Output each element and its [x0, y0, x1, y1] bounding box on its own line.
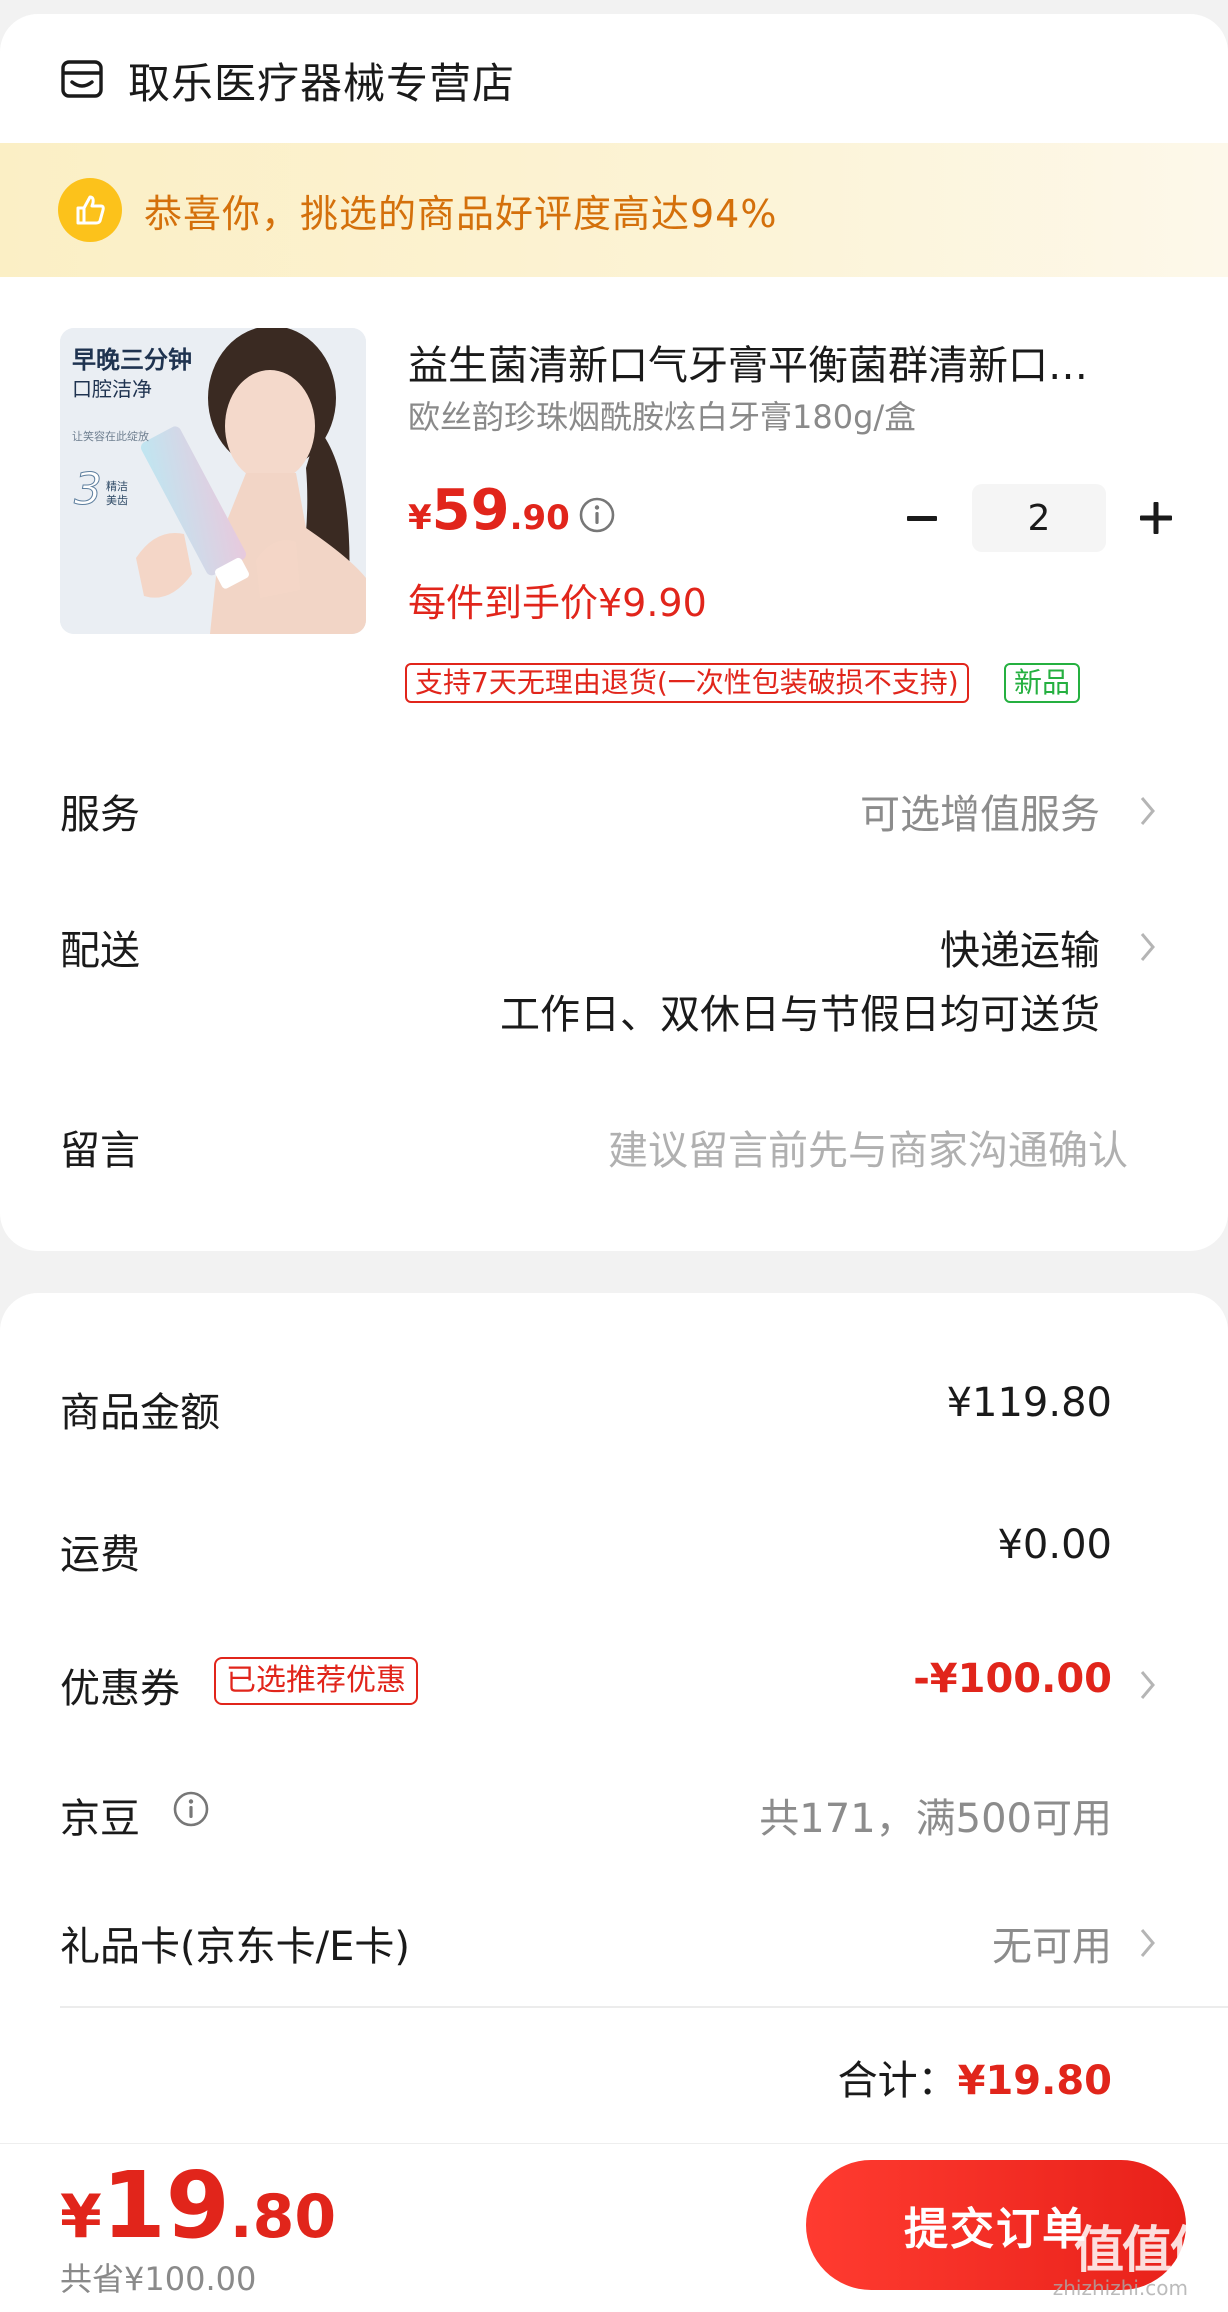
increase-button[interactable] — [1124, 486, 1188, 550]
goods-amount-value: ¥119.80 — [946, 1380, 1112, 1426]
product-spec[interactable]: 欧丝韵珍珠烟酰胺炫白牙膏180g/盒 — [408, 392, 916, 438]
product-image-badge1: 精洁 — [106, 480, 128, 493]
jd-beans-label: 京豆 — [60, 1796, 140, 1842]
delivery-chevron-icon[interactable] — [1138, 930, 1158, 964]
store-name[interactable]: 取乐医疗器械专营店 — [128, 50, 515, 111]
store-icon — [61, 60, 103, 98]
product-image-text-line2: 口腔洁净 — [72, 377, 152, 401]
coupon-chevron-icon[interactable] — [1138, 1668, 1158, 1702]
product-image[interactable]: 早晚三分钟 口腔洁净 让笑容在此绽放 3 精洁 美齿 — [60, 328, 366, 634]
total-row: 合计： ¥19.80 — [838, 2048, 1112, 2106]
shipping-value: ¥0.00 — [997, 1522, 1112, 1568]
delivery-value[interactable]: 快递运输 — [940, 918, 1100, 976]
new-product-tag: 新品 — [1004, 663, 1081, 703]
service-label: 服务 — [60, 792, 140, 838]
minus-icon — [907, 516, 937, 521]
final-price: 每件到手价¥9.90 — [408, 581, 707, 625]
payable-decimal: .80 — [229, 2182, 337, 2252]
return-policy-tag: 支持7天无理由退货(一次性包装破损不支持) — [405, 663, 969, 703]
banner-text: 恭喜你，挑选的商品好评度高达94% — [144, 191, 778, 236]
shipping-label: 运费 — [60, 1532, 140, 1578]
plus-icon — [1140, 502, 1172, 534]
goods-amount-label: 商品金额 — [60, 1390, 220, 1436]
payable-currency: ¥ — [60, 2182, 102, 2252]
total-label: 合计： — [837, 2058, 958, 2104]
store-header[interactable]: 取乐医疗器械专营店 — [60, 50, 515, 110]
service-value[interactable]: 可选增值服务 — [860, 782, 1100, 840]
saved-amount: 共省¥100.00 — [60, 2260, 257, 2298]
message-label: 留言 — [60, 1128, 140, 1174]
watermark-url: zhizhizhi.com — [1052, 2276, 1188, 2300]
delivery-label: 配送 — [60, 928, 140, 974]
coupon-selected-tag: 已选推荐优惠 — [214, 1657, 418, 1705]
price-integer: 59 — [431, 478, 510, 543]
jd-beans-value: 共171，满500可用 — [759, 1796, 1112, 1842]
jd-beans-info-icon[interactable] — [172, 1790, 210, 1828]
quantity-stepper: 2 — [890, 484, 1188, 552]
product-image-text-line3: 让笑容在此绽放 — [72, 429, 149, 443]
coupon-value[interactable]: -¥100.00 — [913, 1656, 1112, 1702]
praise-banner: 恭喜你，挑选的商品好评度高达94% — [0, 143, 1228, 277]
price-info-icon[interactable] — [578, 496, 616, 534]
product-image-badge2: 美齿 — [106, 494, 128, 507]
gift-card-label: 礼品卡(京东卡/E卡) — [60, 1924, 410, 1970]
decrease-button[interactable] — [890, 486, 954, 550]
summary-divider — [60, 2006, 1228, 2008]
quantity-value[interactable]: 2 — [972, 484, 1106, 552]
service-chevron-icon[interactable] — [1138, 794, 1158, 828]
watermark: 值值值 — [1074, 2221, 1220, 2279]
price-currency: ¥ — [408, 498, 432, 538]
gift-card-chevron-icon[interactable] — [1138, 1926, 1158, 1960]
message-input[interactable]: 建议留言前先与商家沟通确认 — [608, 1118, 1128, 1176]
product-image-number: 3 — [74, 464, 102, 515]
total-value: ¥19.80 — [957, 2058, 1112, 2104]
product-image-text-line1: 早晚三分钟 — [72, 346, 192, 374]
product-price: ¥ 59 .90 — [408, 478, 570, 543]
price-decimal: .90 — [509, 498, 570, 538]
thumbs-up-icon — [58, 178, 122, 242]
payable-integer: 19 — [101, 2152, 230, 2259]
coupon-label: 优惠券 — [60, 1666, 180, 1712]
product-title[interactable]: 益生菌清新口气牙膏平衡菌群清新口… — [408, 333, 1168, 391]
delivery-subtext: 工作日、双休日与节假日均可送货 — [500, 992, 1100, 1038]
payable-price: ¥ 19 .80 — [60, 2152, 336, 2259]
gift-card-value[interactable]: 无可用 — [992, 1914, 1112, 1972]
